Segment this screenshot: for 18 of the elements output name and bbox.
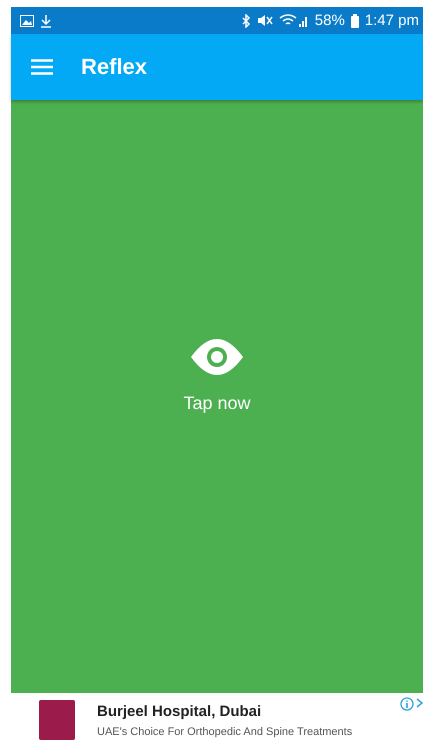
info-icon (400, 697, 414, 711)
eye-icon (191, 339, 243, 375)
logo-placeholder (39, 700, 75, 740)
wifi-signal-icon (278, 14, 309, 27)
battery-icon (350, 14, 359, 28)
download-icon (40, 14, 52, 28)
ad-info-button[interactable] (400, 697, 414, 711)
ad-title: Burjeel Hospital, Dubai (97, 702, 262, 720)
app-title: Reflex (81, 54, 148, 80)
clock-time: 1:47 pm (364, 12, 419, 29)
tap-prompt: Tap now (183, 393, 251, 414)
ad-subtitle: UAE's Choice For Orthopedic And Spine Treatments (97, 726, 352, 738)
bluetooth-icon (242, 14, 251, 28)
image-icon (20, 14, 34, 26)
menu-icon (31, 59, 53, 75)
battery-percentage: 58% (314, 12, 345, 29)
menu-button[interactable] (31, 59, 53, 75)
mute-icon (256, 14, 273, 27)
